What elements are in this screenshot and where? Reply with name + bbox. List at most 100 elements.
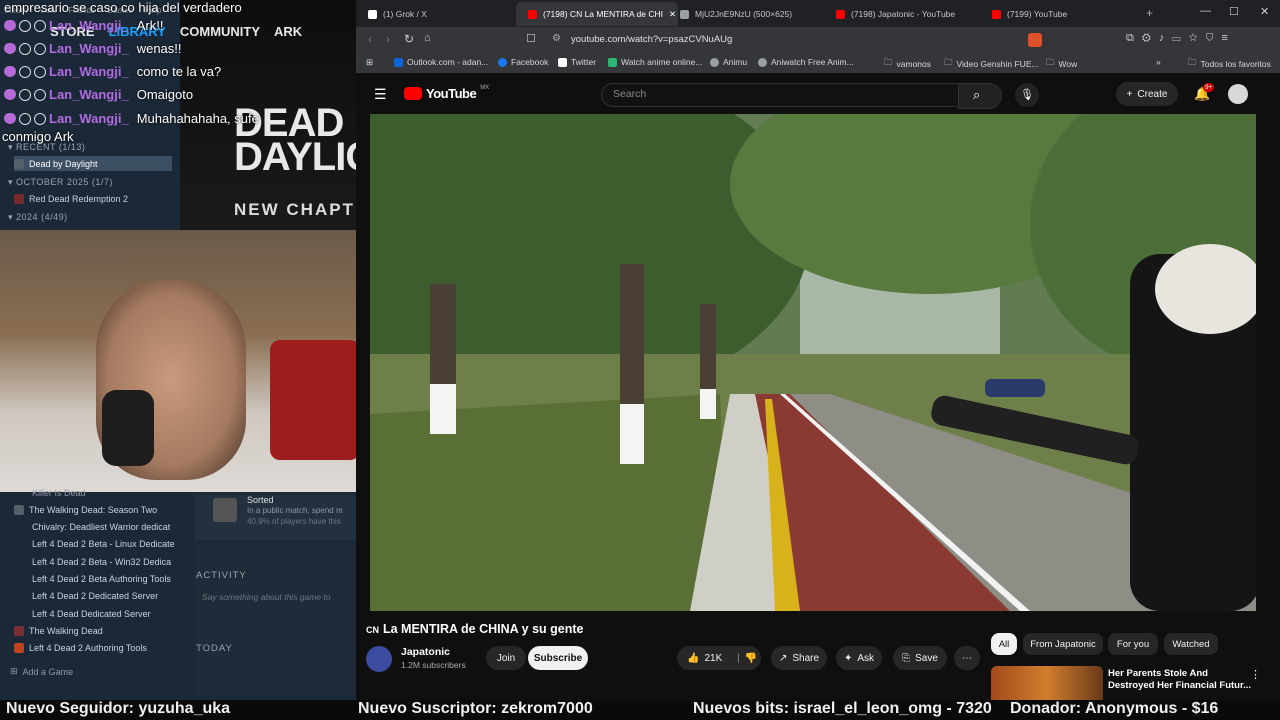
heart-badge-icon xyxy=(4,89,16,100)
tab-image[interactable]: MjU2JnE9NzU (500×625) xyxy=(668,2,830,26)
brave-shield-icon[interactable] xyxy=(1028,33,1042,47)
channel-avatar[interactable] xyxy=(366,646,392,672)
tab-youtube[interactable]: (7199) YouTube xyxy=(980,2,1142,26)
new-tab-icon[interactable]: + xyxy=(1146,6,1153,20)
bookmark-icon[interactable]: ☐ xyxy=(526,32,536,45)
library-item[interactable]: Left 4 Dead 2 Beta - Linux Dedicate xyxy=(32,539,175,549)
achievement-percent: 40.9% of players have this xyxy=(247,517,341,526)
menu-icon[interactable]: ☰ xyxy=(374,86,387,103)
search-input[interactable]: Search xyxy=(601,83,959,107)
steam-nav-community[interactable]: COMMUNITY xyxy=(180,24,260,39)
recommended-thumbnail[interactable] xyxy=(991,666,1103,700)
all-bookmarks[interactable]: 🗀 Todos los favoritos xyxy=(1188,57,1271,71)
game-icon xyxy=(14,643,24,653)
browser-window: (1) Grok / X (7198) CN La MENTIRA de CHI… xyxy=(356,0,1280,700)
game-icon xyxy=(14,158,24,169)
library-item[interactable]: Left 4 Dead 2 Dedicated Server xyxy=(32,591,158,601)
tab-video-active[interactable]: (7198) CN La MENTIRA de CHI ✕ xyxy=(516,2,678,26)
share-icon: ↗ xyxy=(778,652,788,664)
webcam-chair xyxy=(270,340,356,460)
add-game-button[interactable]: ⊞ Add a Game xyxy=(10,666,73,677)
bookmark-folder-vamonos[interactable]: 🗀 vamonos xyxy=(884,57,931,71)
ask-button[interactable]: ✦ Ask xyxy=(836,646,882,670)
mod-badge-icon xyxy=(34,65,46,78)
library-item[interactable]: Left 4 Dead Dedicated Server xyxy=(32,609,151,619)
thumbs-up-icon: 👍 xyxy=(687,652,700,664)
library-item-rdr2[interactable]: Red Dead Redemption 2 xyxy=(14,191,172,206)
share-button[interactable]: ↗ Share xyxy=(771,646,827,670)
recommended-title[interactable]: Her Parents Stole And Destroyed Her Finan… xyxy=(1108,668,1258,692)
mod-badge-icon xyxy=(34,19,46,32)
youtube-header: ☰ YouTube MX Search ⌕ 🎙 + Create 🔔 9+ xyxy=(356,74,1280,114)
back-icon[interactable]: ‹ xyxy=(368,32,372,46)
aniwatch-icon xyxy=(758,57,767,67)
like-dislike-group[interactable]: 👍 21K | 👎 xyxy=(677,646,761,670)
chip-for-you[interactable]: For you xyxy=(1108,633,1158,655)
extensions-icons[interactable]: ⧉⚙♪▭☆⛉≡ xyxy=(1126,32,1236,45)
library-item[interactable]: The Walking Dead: Season Two xyxy=(14,505,157,515)
recommended-menu-icon[interactable]: ⋮ xyxy=(1250,668,1261,681)
youtube-play-icon xyxy=(404,87,422,100)
save-button[interactable]: ⎘ Save xyxy=(893,646,947,670)
site-info-icon[interactable]: ⚙ xyxy=(552,33,561,44)
crown-badge-icon xyxy=(19,42,31,55)
bookmark-folder-genshin[interactable]: 🗀 Video Genshin FUE... xyxy=(944,57,1039,71)
library-item[interactable]: The Walking Dead xyxy=(14,626,103,636)
home-icon[interactable]: ⌂ xyxy=(424,32,431,44)
avatar[interactable] xyxy=(1228,84,1248,104)
bookmark-facebook[interactable]: Facebook xyxy=(498,57,548,67)
crown-badge-icon xyxy=(19,88,31,101)
mic-icon[interactable]: 🎙 xyxy=(1015,83,1039,107)
chip-all[interactable]: All xyxy=(991,633,1017,655)
library-item[interactable]: Chivalry: Deadliest Warrior dedicat xyxy=(32,522,170,532)
library-item[interactable]: Left 4 Dead 2 Authoring Tools xyxy=(14,643,147,653)
bookmark-twitter[interactable]: Twitter xyxy=(558,57,596,67)
steam-nav-user[interactable]: ARK xyxy=(274,24,302,39)
search-button[interactable]: ⌕ xyxy=(958,83,1002,109)
minimize-icon[interactable]: — xyxy=(1200,5,1211,17)
reload-icon[interactable]: ↻ xyxy=(404,32,414,46)
library-item[interactable]: Killer Is Dead xyxy=(32,488,86,498)
chip-from-channel[interactable]: From Japatonic xyxy=(1023,633,1103,655)
url-field[interactable]: youtube.com/watch?v=psazCVNuAUg xyxy=(571,34,732,45)
x-logo-icon xyxy=(558,57,567,67)
folder-icon: 🗀 xyxy=(1046,57,1055,67)
folder-icon: 🗀 xyxy=(944,57,953,67)
library-item[interactable]: Left 4 Dead 2 Beta - Win32 Dedica xyxy=(32,557,171,567)
achievement-desc: In a public match, spend m xyxy=(247,506,343,515)
bookmark-aniwatch[interactable]: Aniwatch Free Anim... xyxy=(758,57,854,67)
library-item[interactable]: Left 4 Dead 2 Beta Authoring Tools xyxy=(32,574,171,584)
library-item-dead-by-daylight[interactable]: Dead by Daylight xyxy=(14,156,172,171)
video-player[interactable] xyxy=(370,114,1256,611)
youtube-favicon-icon xyxy=(992,9,1001,19)
subscribe-button[interactable]: Subscribe xyxy=(528,646,588,670)
apps-icon[interactable]: ⊞ xyxy=(366,57,373,68)
stream-alert-ticker: Nuevo Seguidor: yuzuha_uka Nuevo Suscrip… xyxy=(0,700,1280,720)
anime-site-icon xyxy=(608,57,617,67)
crown-badge-icon xyxy=(19,19,31,32)
bookmark-anime[interactable]: Watch anime online... xyxy=(608,57,702,67)
bookmark-animu[interactable]: Animu xyxy=(710,57,747,67)
bookmark-outlook[interactable]: Outlook.com - adan... xyxy=(394,57,488,67)
bookmarks-bar: ⊞ Outlook.com - adan... Facebook Twitter… xyxy=(356,53,1280,74)
maximize-icon[interactable]: ☐ xyxy=(1229,5,1239,18)
tab-grok[interactable]: (1) Grok / X xyxy=(356,2,518,26)
youtube-logo[interactable]: YouTube MX xyxy=(404,85,489,101)
library-section-2024[interactable]: ▾ 2024 (4/49) xyxy=(8,212,68,223)
channel-name[interactable]: Japatonic xyxy=(401,646,450,658)
close-window-icon[interactable]: ✕ xyxy=(1260,5,1269,18)
folder-icon: 🗀 xyxy=(884,57,893,67)
youtube-favicon-icon xyxy=(836,9,845,19)
tab-japatonic[interactable]: (7198) Japatonic - YouTube xyxy=(824,2,986,26)
bookmark-folder-wow[interactable]: 🗀 Wow xyxy=(1046,57,1077,71)
thumbs-down-icon[interactable]: 👎 xyxy=(745,653,757,664)
more-actions-icon[interactable]: ⋯ xyxy=(954,646,980,670)
bookmarks-overflow-icon[interactable]: » xyxy=(1156,57,1161,67)
create-button[interactable]: + Create xyxy=(1116,82,1178,106)
library-section-october[interactable]: ▾ OCTOBER 2025 (1/7) xyxy=(8,177,113,188)
activity-input[interactable]: Say something about this game to xyxy=(202,592,331,602)
bookmark-icon: ⎘ xyxy=(902,652,911,664)
join-button[interactable]: Join xyxy=(486,646,526,670)
forward-icon[interactable]: › xyxy=(386,32,390,46)
chip-watched[interactable]: Watched xyxy=(1164,633,1218,655)
